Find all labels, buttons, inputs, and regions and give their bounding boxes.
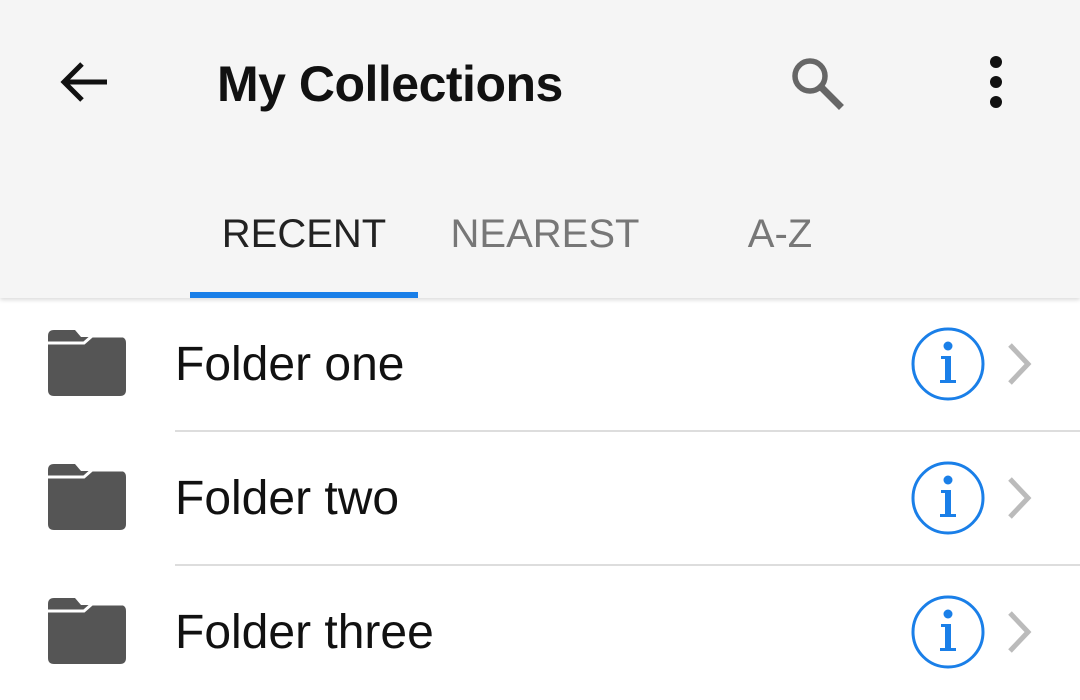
arrow-back-icon: [60, 62, 107, 102]
list-item-folder-three[interactable]: Folder three: [0, 566, 1080, 700]
folder-icon: [48, 464, 126, 530]
collections-screen: My Collections RECENT NEAREST A-Z Folder…: [0, 0, 1080, 700]
info-icon[interactable]: [910, 326, 986, 402]
chevron-right-icon: [1008, 343, 1032, 385]
tab-recent[interactable]: RECENT: [190, 200, 418, 298]
search-button[interactable]: [776, 42, 856, 122]
folder-name: Folder two: [175, 472, 400, 525]
back-button[interactable]: [44, 42, 124, 122]
tab-a-z[interactable]: A-Z: [690, 200, 870, 298]
chevron-right-icon: [1008, 477, 1032, 519]
tab-selected-indicator: [190, 292, 418, 298]
list-item-folder-one[interactable]: Folder one: [0, 298, 1080, 432]
more-vertical-icon: [990, 56, 1002, 108]
list-item-folder-two[interactable]: Folder two: [0, 432, 1080, 566]
chevron-right-icon: [1008, 611, 1032, 653]
app-bar: My Collections RECENT NEAREST A-Z: [0, 0, 1080, 298]
folder-name: Folder three: [175, 606, 434, 659]
folder-name: Folder one: [175, 338, 405, 391]
search-icon: [792, 58, 844, 110]
info-icon[interactable]: [910, 460, 986, 536]
info-icon[interactable]: [910, 594, 986, 670]
folder-icon: [48, 598, 126, 664]
page-title: My Collections: [217, 56, 563, 112]
more-options-button[interactable]: [956, 42, 1036, 122]
folder-icon: [48, 330, 126, 396]
folder-list: Folder one Folder two Folder three: [0, 298, 1080, 700]
tab-nearest[interactable]: NEAREST: [440, 200, 650, 298]
